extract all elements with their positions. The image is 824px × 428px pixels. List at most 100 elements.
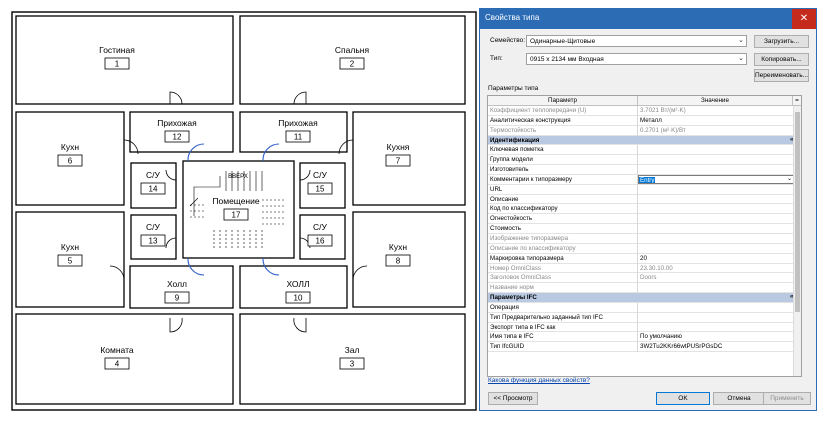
apply-button[interactable]: Применить — [763, 392, 811, 405]
parameter-row[interactable]: Код по классификатору — [488, 204, 800, 215]
parameter-name: Стоимость — [490, 225, 521, 233]
grid-scrollbar[interactable] — [793, 106, 801, 376]
parameter-row[interactable]: Маркировка типоразмера 20 — [488, 253, 793, 264]
family-select[interactable]: Одинарные-Щитовые ⌄ — [526, 35, 747, 47]
parameter-row[interactable]: Группа модели — [488, 155, 800, 166]
parameter-row[interactable]: URL — [488, 184, 800, 195]
parameter-row[interactable]: Описание по классификатору — [488, 243, 793, 254]
grid-scrollbar-thumb[interactable] — [795, 112, 800, 312]
parameter-row[interactable]: Имя типа в IFC По умолчанию — [488, 332, 800, 343]
chevron-down-icon: ⌄ — [738, 55, 744, 62]
ok-button[interactable]: OK — [656, 392, 710, 405]
parameter-value[interactable]: Doors — [640, 273, 790, 282]
parameter-row[interactable]: Комментарии к типоразмеру Entry ⌄ — [488, 174, 800, 185]
copy-button[interactable]: Копировать... — [754, 53, 809, 66]
parameter-name: Тип IfcGUID — [490, 343, 525, 351]
room-name-label: Прихожая — [157, 118, 197, 128]
column-header-parameter[interactable]: Параметр — [488, 96, 638, 106]
parameter-row[interactable]: Экспорт типа в IFC как — [488, 322, 800, 333]
column-divider — [637, 283, 638, 294]
group-header-row[interactable]: Параметры IFC « — [488, 293, 793, 303]
parameter-row[interactable]: Тип Предварительно заданный тип IFC — [488, 312, 800, 323]
column-divider — [637, 302, 638, 313]
floor-plan-view[interactable]: ВВЕРХ Гостиная 1 Спальня 2 Комната 4 Зал 3 Кухн 6… — [0, 0, 478, 428]
parameter-value[interactable]: 23.30.10.00 — [640, 264, 790, 273]
parameter-row[interactable]: Описание — [488, 194, 800, 205]
parameter-value[interactable]: Металл — [640, 116, 790, 125]
grid-header: Параметр Значение = — [488, 96, 801, 106]
parameter-name: Изготовитель — [490, 166, 529, 174]
parameter-row[interactable]: Операция — [488, 302, 800, 313]
room-name-label: Кухня — [387, 142, 410, 152]
parameter-row[interactable]: Изготовитель — [488, 165, 800, 176]
column-divider — [637, 106, 638, 116]
parameter-row[interactable]: Аналитическая конструкция Металл — [488, 115, 793, 126]
preview-button[interactable]: << Просмотр — [488, 392, 538, 405]
room-name-label: Кухн — [61, 242, 79, 252]
column-divider — [637, 214, 638, 225]
room-number-label: 3 — [350, 360, 355, 369]
room-name-label: С/У — [313, 222, 328, 232]
parameter-row[interactable]: Термостойкость 0.2701 (м²·K)/Вт — [488, 125, 793, 136]
room-number-label: 14 — [149, 185, 158, 194]
close-icon: ✕ — [799, 13, 809, 24]
type-parameters-grid[interactable]: Параметр Значение = Коэффициент теплопер… — [487, 95, 802, 377]
rename-button[interactable]: Переименовать... — [754, 69, 809, 82]
parameter-row[interactable]: Заголовок OmniClass Doors — [488, 273, 793, 284]
column-divider — [637, 115, 638, 126]
column-header-value[interactable]: Значение — [638, 96, 793, 106]
group-header-label: Идентификация — [490, 136, 540, 144]
room-number-label: 4 — [115, 360, 120, 369]
column-divider — [637, 273, 638, 284]
group-header-label: Параметры IFC — [490, 294, 537, 302]
parameter-name: Описание по классификатору — [490, 244, 576, 252]
chevron-down-icon[interactable]: ⌄ — [787, 176, 792, 183]
room-number-label: 8 — [396, 257, 401, 266]
type-properties-dialog: Свойства типа ✕ Семейство: Одинарные-Щит… — [479, 8, 817, 411]
close-button[interactable]: ✕ — [792, 9, 816, 29]
parameter-value[interactable]: 3.7021 Вт/(м²·K) — [640, 106, 790, 115]
parameter-value[interactable]: По умолчанию — [640, 332, 790, 341]
room-name-label: Зал — [345, 345, 360, 355]
parameter-value[interactable]: 0.2701 (м²·K)/Вт — [640, 126, 790, 135]
parameter-value[interactable]: 20 — [640, 254, 790, 263]
room-name-label: Комната — [100, 345, 134, 355]
column-header-equals[interactable]: = — [793, 96, 801, 106]
room-number-label: 16 — [316, 237, 325, 246]
parameter-name: Маркировка типоразмера — [490, 254, 564, 262]
stair-up-label: ВВЕРХ — [228, 174, 248, 180]
parameter-row[interactable]: Ключевая пометка — [488, 145, 800, 156]
parameter-row[interactable]: Номер OmniClass 23.30.10.00 — [488, 263, 793, 274]
group-header-row[interactable]: Идентификация « — [488, 135, 793, 146]
room-name-label: С/У — [146, 170, 161, 180]
help-link[interactable]: Какова функция данных свойств? — [488, 377, 590, 384]
parameter-row[interactable]: Изображение типоразмера — [488, 233, 793, 244]
parameter-name: Аналитическая конструкция — [490, 116, 571, 124]
column-divider — [637, 184, 638, 195]
parameter-value[interactable]: 3W2Tu2KKr66wtPUSrPGsDC — [640, 342, 790, 351]
column-divider — [637, 332, 638, 343]
parameter-name: Группа модели — [490, 156, 533, 164]
parameter-row[interactable]: Стоимость — [488, 224, 800, 235]
dialog-titlebar[interactable]: Свойства типа ✕ — [480, 9, 816, 29]
room-name-label: С/У — [146, 222, 161, 232]
column-divider — [637, 253, 638, 264]
column-divider — [637, 233, 638, 244]
floor-plan-canvas[interactable]: ВВЕРХ Гостиная 1 Спальня 2 Комната 4 Зал 3 Кухн 6… — [0, 0, 478, 428]
room-name-label: Гостиная — [99, 45, 135, 55]
column-divider — [637, 263, 638, 274]
room-number-label: 1 — [115, 60, 120, 69]
load-button[interactable]: Загрузить... — [754, 35, 809, 48]
room-name-label: Прихожая — [278, 118, 318, 128]
column-divider — [637, 224, 638, 235]
cancel-button[interactable]: Отмена — [713, 392, 765, 405]
type-select[interactable]: 0915 x 2134 мм Входная ⌄ — [526, 53, 747, 65]
parameter-name: Номер OmniClass — [490, 264, 542, 272]
parameter-row[interactable]: Тип IfcGUID 3W2Tu2KKr66wtPUSrPGsDC — [488, 342, 793, 353]
parameter-value-editor[interactable]: Entry ⌄ — [638, 174, 794, 184]
parameter-row[interactable]: Название норм — [488, 283, 793, 294]
parameter-row[interactable]: Коэффициент теплопередачи (U) 3.7021 Вт/(… — [488, 106, 793, 116]
parameter-row[interactable]: Огнестойкость — [488, 214, 800, 225]
parameter-name: Код по классификатору — [490, 205, 558, 213]
room-name-label: Холл — [167, 279, 187, 289]
